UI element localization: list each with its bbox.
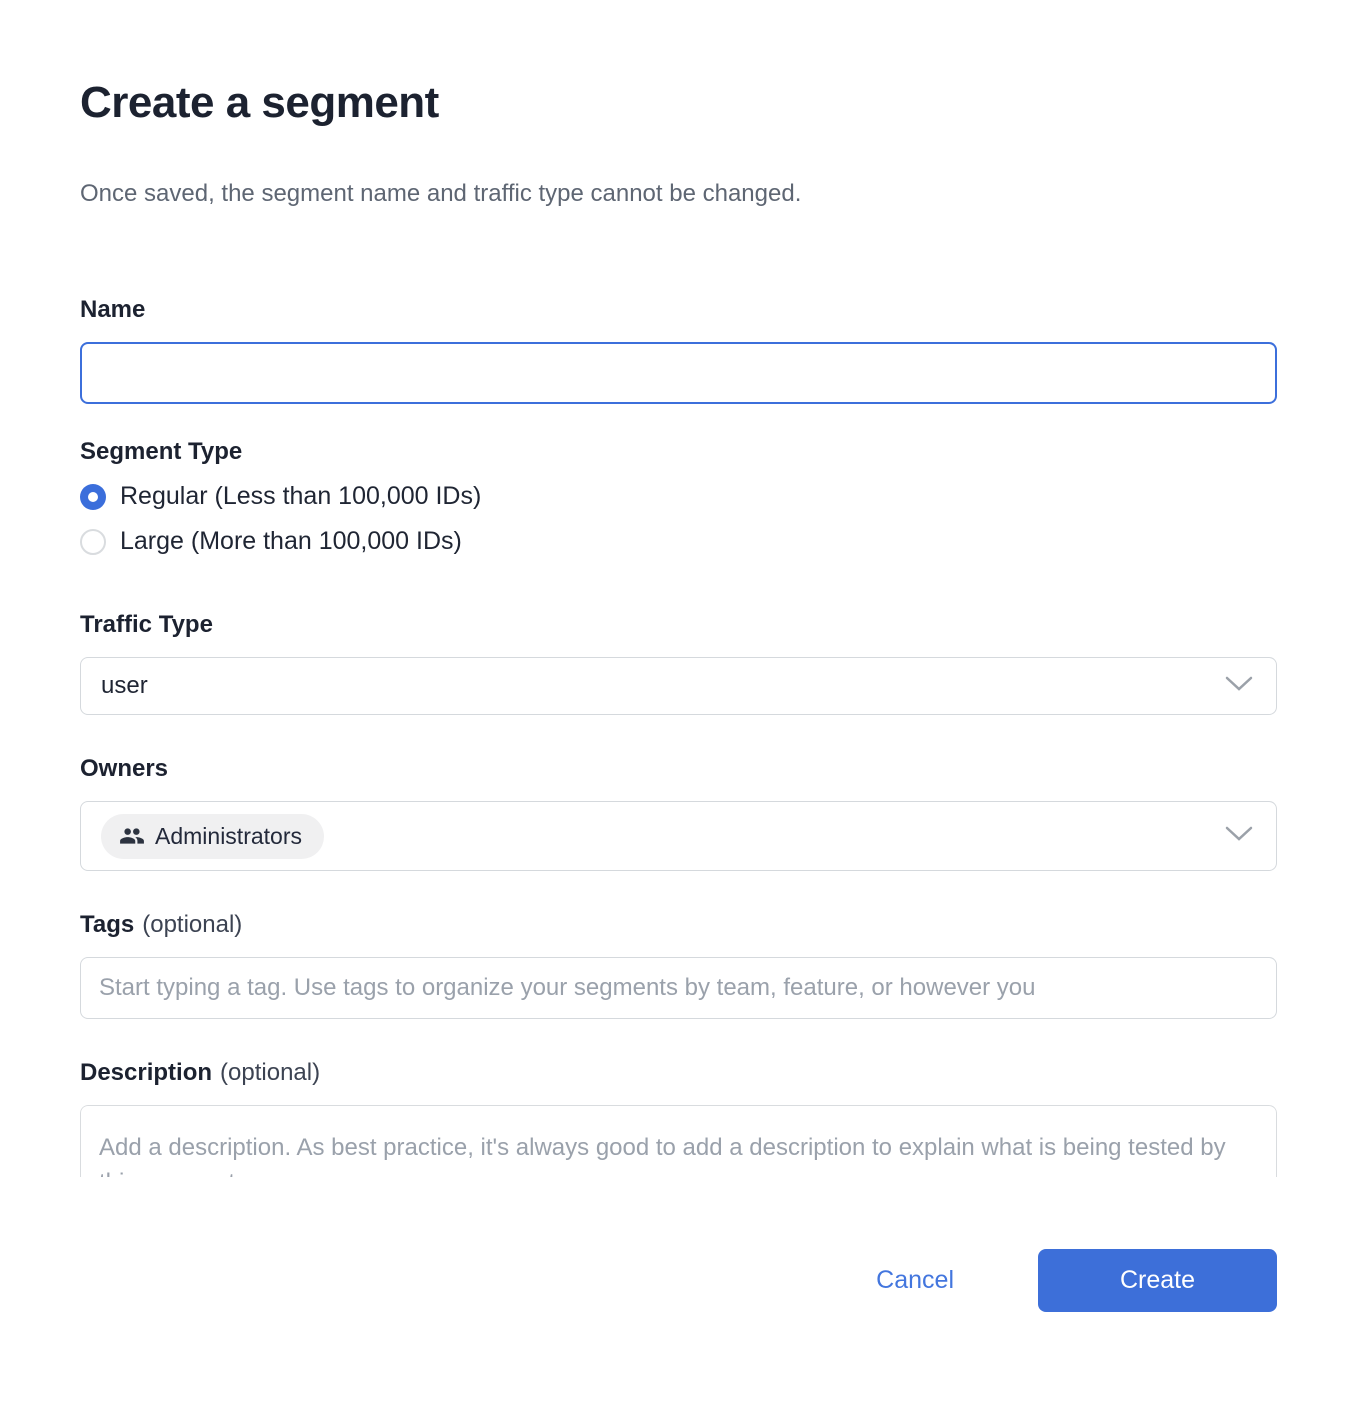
cancel-button[interactable]: Cancel [876, 1266, 954, 1295]
description-clip-region [80, 1105, 1277, 1177]
radio-option-regular[interactable]: Regular (Less than 100,000 IDs) [80, 482, 1277, 511]
tags-label: Tags (optional) [80, 911, 1277, 939]
traffic-type-label: Traffic Type [80, 611, 1277, 639]
tags-label-text: Tags [80, 911, 134, 938]
tags-input[interactable] [80, 957, 1277, 1019]
owners-select[interactable]: Administrators [80, 801, 1277, 871]
description-textarea[interactable] [80, 1105, 1277, 1177]
tags-optional-suffix: (optional) [142, 911, 242, 938]
traffic-type-group: Traffic Type user [80, 611, 1277, 715]
radio-unselected-icon[interactable] [80, 529, 106, 555]
chevron-down-icon [1224, 675, 1254, 698]
name-field-group: Name [80, 296, 1277, 404]
segment-type-label: Segment Type [80, 438, 1277, 466]
radio-selected-icon[interactable] [80, 484, 106, 510]
owners-label: Owners [80, 755, 1277, 783]
owners-group: Owners Administrators [80, 755, 1277, 871]
name-input[interactable] [80, 342, 1277, 404]
traffic-type-select[interactable]: user [80, 657, 1277, 715]
name-label: Name [80, 296, 1277, 324]
tags-group: Tags (optional) [80, 911, 1277, 1019]
chevron-down-icon [1224, 825, 1254, 848]
description-group: Description (optional) [80, 1059, 1277, 1177]
description-optional-suffix: (optional) [220, 1059, 320, 1086]
owner-chip-administrators[interactable]: Administrators [101, 814, 324, 859]
owner-chip-label: Administrators [155, 823, 302, 850]
create-segment-dialog: Create a segment Once saved, the segment… [0, 0, 1354, 1177]
radio-option-regular-label: Regular (Less than 100,000 IDs) [120, 482, 481, 511]
dialog-footer: Cancel Create [0, 1249, 1354, 1312]
traffic-type-value: user [101, 672, 148, 700]
create-button[interactable]: Create [1038, 1249, 1277, 1312]
radio-option-large-label: Large (More than 100,000 IDs) [120, 527, 462, 556]
description-label: Description (optional) [80, 1059, 1277, 1087]
people-icon [119, 823, 145, 849]
description-label-text: Description [80, 1059, 212, 1086]
dialog-title: Create a segment [80, 78, 1277, 128]
radio-option-large[interactable]: Large (More than 100,000 IDs) [80, 527, 1277, 556]
segment-type-group: Segment Type Regular (Less than 100,000 … [80, 438, 1277, 556]
dialog-subtitle: Once saved, the segment name and traffic… [80, 180, 1277, 208]
